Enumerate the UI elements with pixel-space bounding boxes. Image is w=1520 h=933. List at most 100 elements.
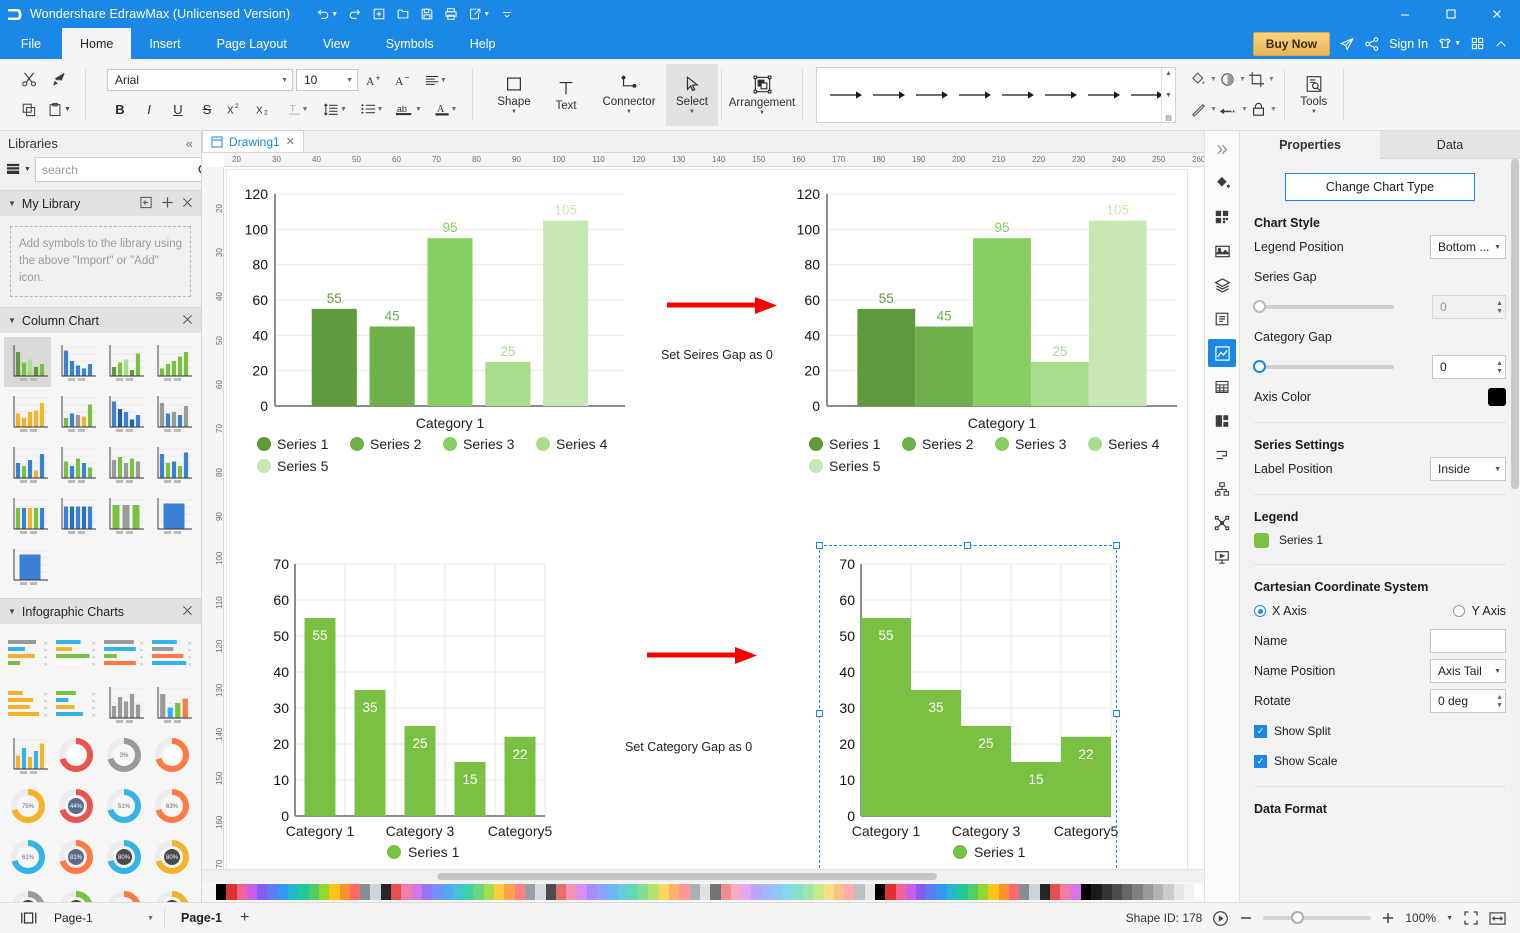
palette-swatch[interactable] bbox=[669, 884, 679, 900]
palette-swatch[interactable] bbox=[216, 884, 226, 900]
arrow-series-gap[interactable] bbox=[665, 295, 785, 317]
category-gap-down-icon[interactable]: ▼ bbox=[1496, 368, 1503, 375]
palette-swatch[interactable] bbox=[916, 884, 926, 900]
rail-fill[interactable] bbox=[1208, 169, 1236, 197]
infographic-chart-thumbnail[interactable]: 80% bbox=[100, 832, 147, 882]
theme-shirt-icon[interactable]: ▼ bbox=[1437, 36, 1461, 52]
palette-swatch[interactable] bbox=[803, 884, 813, 900]
palette-swatch[interactable] bbox=[1071, 884, 1081, 900]
column-chart-thumbnail[interactable] bbox=[100, 388, 147, 438]
selection-handle-nw[interactable] bbox=[816, 542, 823, 549]
infographic-chart-thumbnail[interactable] bbox=[148, 883, 195, 902]
palette-swatch[interactable] bbox=[854, 884, 864, 900]
arrow-category-gap[interactable] bbox=[645, 645, 765, 667]
strikethrough-button[interactable]: S bbox=[194, 97, 220, 121]
column-chart-thumbnail[interactable] bbox=[100, 490, 147, 540]
palette-swatch[interactable] bbox=[484, 884, 494, 900]
play-circle-icon[interactable] bbox=[1212, 910, 1229, 927]
infographic-chart-thumbnail[interactable] bbox=[100, 679, 147, 729]
y-axis-radio[interactable] bbox=[1453, 605, 1465, 617]
underline-button[interactable]: U bbox=[165, 97, 191, 121]
column-chart-thumbnail[interactable] bbox=[52, 388, 99, 438]
infographic-chart-thumbnail[interactable]: 29% bbox=[52, 730, 99, 780]
font-family-select[interactable]: Arial ▼ bbox=[107, 69, 293, 91]
drawing-page[interactable]: 0 20 40 60 80 100 120 55 45 95 25 105 Category 1 Seri… bbox=[226, 169, 1188, 933]
infographic-chart-thumbnail[interactable]: %%%% bbox=[148, 628, 195, 678]
palette-swatch[interactable] bbox=[834, 884, 844, 900]
column-chart-thumbnail[interactable] bbox=[4, 388, 51, 438]
palette-swatch[interactable] bbox=[391, 884, 401, 900]
gallery-expand-icon[interactable]: ▤ bbox=[1165, 114, 1172, 122]
palette-swatch[interactable] bbox=[875, 884, 885, 900]
print-button[interactable] bbox=[440, 3, 462, 25]
annotation-series-gap[interactable]: Set Seires Gap as 0 bbox=[661, 348, 773, 362]
fit-page-icon[interactable] bbox=[1463, 910, 1479, 926]
palette-swatch[interactable] bbox=[360, 884, 370, 900]
sidebar-section-infographic-charts[interactable]: ▼ Infographic Charts bbox=[0, 598, 201, 624]
palette-swatch[interactable] bbox=[978, 884, 988, 900]
selection-handle-ne[interactable] bbox=[1113, 542, 1120, 549]
paragraph-align-button[interactable]: ▼ bbox=[419, 68, 453, 92]
arrow-style-5[interactable] bbox=[997, 73, 1040, 117]
bold-button[interactable]: B bbox=[107, 97, 133, 121]
menu-item-view[interactable]: View bbox=[305, 28, 368, 59]
copy-button[interactable] bbox=[14, 97, 44, 123]
rail-table[interactable] bbox=[1208, 373, 1236, 401]
font-size-select[interactable]: 10 ▼ bbox=[296, 69, 358, 91]
shadow-button[interactable]: ▼ bbox=[1219, 68, 1246, 92]
palette-swatch[interactable] bbox=[298, 884, 308, 900]
palette-swatch[interactable] bbox=[1019, 884, 1029, 900]
rail-layers[interactable] bbox=[1208, 271, 1236, 299]
palette-swatch[interactable] bbox=[247, 884, 257, 900]
canvas-horizontal-scrollbar[interactable] bbox=[202, 869, 1204, 882]
palette-swatch[interactable] bbox=[329, 884, 339, 900]
crop-button[interactable]: ▼ bbox=[1248, 68, 1275, 92]
series-gap-input[interactable]: 0 ▲ ▼ bbox=[1432, 295, 1506, 319]
show-split-row[interactable]: ✓ Show Split bbox=[1254, 716, 1506, 746]
rail-expand[interactable] bbox=[1208, 135, 1236, 163]
infographic-chart-thumbnail[interactable] bbox=[148, 679, 195, 729]
apps-grid-icon[interactable] bbox=[1470, 36, 1485, 51]
palette-swatch[interactable] bbox=[473, 884, 483, 900]
close-icon[interactable] bbox=[182, 314, 193, 328]
palette-swatch[interactable] bbox=[721, 884, 731, 900]
rail-callout[interactable] bbox=[1208, 441, 1236, 469]
palette-swatch[interactable] bbox=[618, 884, 628, 900]
palette-swatch[interactable] bbox=[288, 884, 298, 900]
text-tool[interactable]: Text bbox=[540, 64, 592, 126]
palette-swatch[interactable] bbox=[1081, 884, 1091, 900]
palette-swatch[interactable] bbox=[710, 884, 720, 900]
chart-bottom-left[interactable]: 0 10 20 30 40 50 60 70 55 35 25 15 22 Category 1 Categ… bbox=[259, 552, 569, 882]
palette-swatch[interactable] bbox=[1153, 884, 1163, 900]
palette-swatch[interactable] bbox=[659, 884, 669, 900]
palette-swatch[interactable] bbox=[988, 884, 998, 900]
column-chart-thumbnail[interactable] bbox=[52, 337, 99, 387]
series-gap-down-icon[interactable]: ▼ bbox=[1496, 308, 1503, 315]
column-chart-thumbnail[interactable] bbox=[100, 337, 147, 387]
palette-swatch[interactable] bbox=[782, 884, 792, 900]
column-chart-thumbnail[interactable] bbox=[148, 490, 195, 540]
zoom-slider[interactable] bbox=[1263, 916, 1371, 920]
infographic-chart-thumbnail[interactable]: %%%% bbox=[52, 628, 99, 678]
rail-symbols[interactable] bbox=[1208, 203, 1236, 231]
name-position-select[interactable]: Axis Tail ▼ bbox=[1430, 659, 1506, 683]
tools-button[interactable]: Tools ▼ bbox=[1288, 64, 1340, 126]
palette-swatch[interactable] bbox=[679, 884, 689, 900]
change-chart-type-button[interactable]: Change Chart Type bbox=[1285, 173, 1475, 201]
infographic-chart-thumbnail[interactable]: %%%% bbox=[100, 628, 147, 678]
infographic-chart-thumbnail[interactable] bbox=[148, 730, 195, 780]
sidebar-section-my-library[interactable]: ▼ My Library bbox=[0, 190, 201, 216]
palette-swatch[interactable] bbox=[443, 884, 453, 900]
document-tab-drawing1[interactable]: Drawing1 ✕ bbox=[202, 130, 304, 152]
label-position-select[interactable]: Inside ▼ bbox=[1430, 457, 1506, 481]
palette-swatch[interactable] bbox=[1009, 884, 1019, 900]
palette-swatch[interactable] bbox=[267, 884, 277, 900]
page-tab-page-1[interactable]: Page-1 bbox=[171, 911, 232, 925]
select-tool[interactable]: Select ▼ bbox=[666, 64, 718, 126]
infographic-chart-thumbnail[interactable]: 81% bbox=[52, 832, 99, 882]
palette-swatch[interactable] bbox=[741, 884, 751, 900]
line-color-button[interactable]: ▼ bbox=[1190, 98, 1217, 122]
column-chart-thumbnail[interactable] bbox=[148, 388, 195, 438]
arrow-style-7[interactable] bbox=[1083, 73, 1126, 117]
menu-item-page-layout[interactable]: Page Layout bbox=[199, 28, 305, 59]
